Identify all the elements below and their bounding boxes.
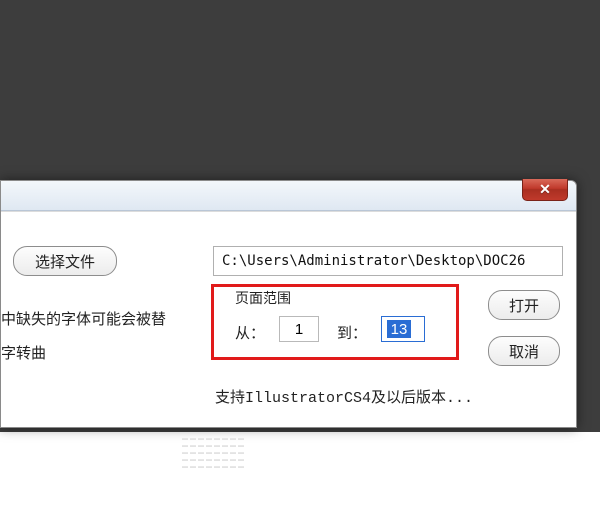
file-open-dialog: ✕ 选择文件 中缺失的字体可能会被替 字转曲 页面范围 从： 到： 13 打开 … — [0, 180, 577, 428]
missing-font-warning-line2: 字转曲 — [1, 342, 46, 363]
open-button-label: 打开 — [509, 295, 539, 316]
page-from-label: 从： — [235, 322, 265, 343]
version-support-hint: 支持IllustratorCS4及以后版本... — [215, 386, 473, 407]
dialog-titlebar: ✕ — [1, 181, 576, 211]
open-button[interactable]: 打开 — [488, 290, 560, 320]
cancel-button-label: 取消 — [509, 341, 539, 362]
close-button[interactable]: ✕ — [522, 179, 568, 201]
missing-font-warning-line1: 中缺失的字体可能会被替 — [1, 308, 166, 329]
select-file-label: 选择文件 — [35, 251, 95, 272]
page-to-input[interactable] — [381, 316, 425, 342]
select-file-button[interactable]: 选择文件 — [13, 246, 117, 276]
dialog-content: 选择文件 中缺失的字体可能会被替 字转曲 页面范围 从： 到： 13 打开 取消… — [1, 211, 576, 427]
file-path-input[interactable] — [213, 246, 563, 276]
close-icon: ✕ — [539, 181, 551, 198]
page-from-input[interactable] — [279, 316, 319, 342]
page-range-group-label: 页面范围 — [233, 288, 293, 308]
background-decoration: ▬▬▬▬▬▬▬▬▬▬▬▬▬▬▬▬▬▬▬▬▬▬▬▬▬▬▬▬▬▬▬▬▬▬▬▬▬▬▬▬ — [182, 436, 302, 476]
page-to-label: 到： — [337, 322, 367, 343]
cancel-button[interactable]: 取消 — [488, 336, 560, 366]
